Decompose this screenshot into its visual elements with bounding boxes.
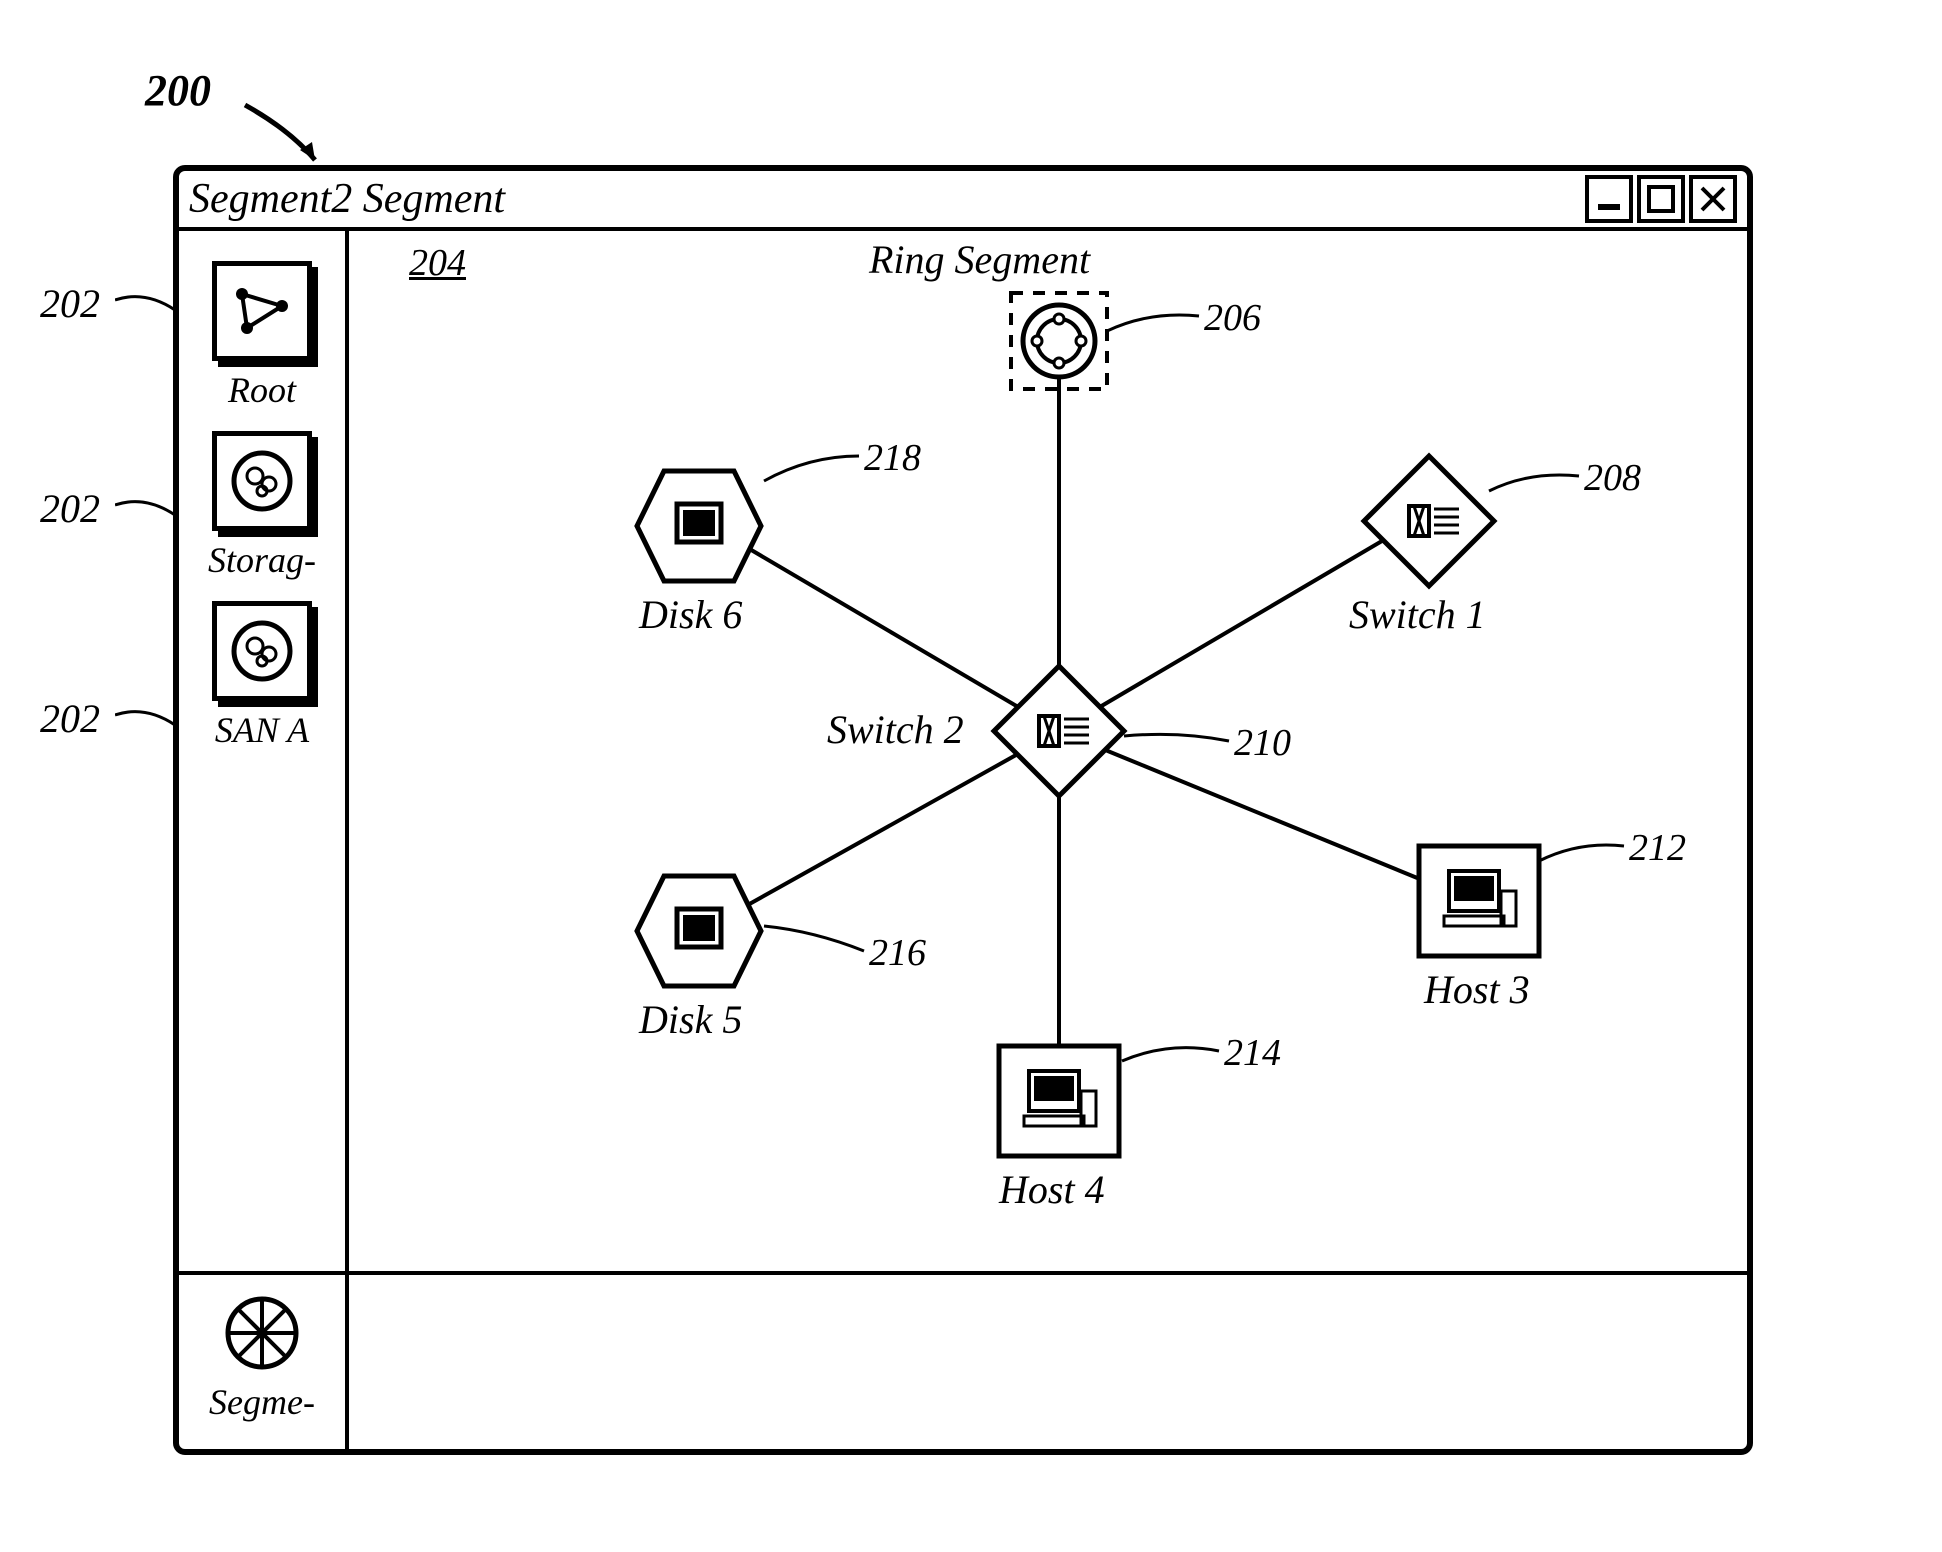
bottom-area: Segme- <box>179 1271 1747 1451</box>
maximize-button[interactable] <box>1637 175 1685 223</box>
sidebar-item-label: Root <box>228 369 296 411</box>
ref-202-1: 202 <box>40 280 100 327</box>
host3-node <box>1419 846 1539 956</box>
sidebar-item-label: SAN A <box>215 709 309 751</box>
root-icon <box>212 261 312 361</box>
bottom-sidebar: Segme- <box>179 1275 349 1451</box>
host4-node <box>999 1046 1119 1156</box>
ref-206: 206 <box>1204 296 1261 340</box>
storage-icon <box>212 431 312 531</box>
sidebar-item-segment[interactable]: Segme- <box>209 1293 315 1423</box>
topology-canvas[interactable]: 204 Ring Segment <box>349 231 1747 1271</box>
switch2-node <box>994 666 1124 796</box>
switch1-label: Switch 1 <box>1349 591 1486 638</box>
topology-svg <box>349 231 1749 1261</box>
san-icon <box>212 601 312 701</box>
main-area: Root Storag- <box>179 231 1747 1271</box>
ref-212: 212 <box>1629 826 1686 870</box>
sidebar: Root Storag- <box>179 231 349 1271</box>
segment-icon <box>222 1293 302 1373</box>
minimize-button[interactable] <box>1585 175 1633 223</box>
ref-202-3: 202 <box>40 695 100 742</box>
disk6-node <box>637 471 761 581</box>
host3-label: Host 3 <box>1424 966 1530 1013</box>
disk6-label: Disk 6 <box>639 591 742 638</box>
disk5-node <box>637 876 761 986</box>
ref-218: 218 <box>864 436 921 480</box>
window-title: Segment2 Segment <box>189 175 1585 223</box>
host4-label: Host 4 <box>999 1166 1105 1213</box>
title-bar: Segment2 Segment <box>179 171 1747 231</box>
disk5-label: Disk 5 <box>639 996 742 1043</box>
sidebar-item-root[interactable]: Root <box>212 261 312 411</box>
sidebar-item-label: Storag- <box>208 539 316 581</box>
ref-210: 210 <box>1234 721 1291 765</box>
bottom-main <box>349 1275 1747 1451</box>
application-window: Segment2 Segment <box>173 165 1753 1455</box>
ref-214: 214 <box>1224 1031 1281 1075</box>
switch1-node <box>1364 456 1494 586</box>
sidebar-item-storage[interactable]: Storag- <box>208 431 316 581</box>
window-controls <box>1585 175 1737 223</box>
ref-216: 216 <box>869 931 926 975</box>
figure-arrow <box>240 100 330 170</box>
ring-segment-node <box>1011 293 1107 389</box>
sidebar-item-san-a[interactable]: SAN A <box>212 601 312 751</box>
sidebar-item-label: Segme- <box>209 1381 315 1423</box>
figure-number: 200 <box>145 65 211 116</box>
close-button[interactable] <box>1689 175 1737 223</box>
ref-202-2: 202 <box>40 485 100 532</box>
switch2-label: Switch 2 <box>827 706 964 753</box>
ref-208: 208 <box>1584 456 1641 500</box>
